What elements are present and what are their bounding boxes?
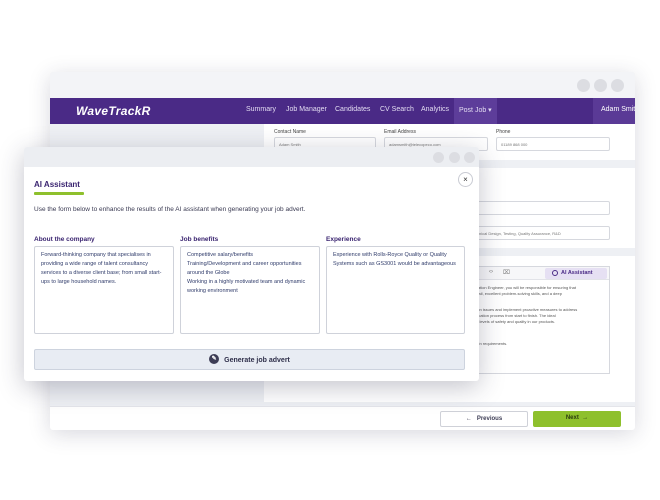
generate-job-advert-button[interactable]: ✎ Generate job advert [34,349,465,370]
next-button[interactable]: Next → [533,411,621,427]
job-benefits-label: Job benefits [180,236,219,243]
editor-line: est levels of safety and quality in our … [473,319,556,324]
text-field[interactable] [474,201,610,215]
experience-textarea[interactable]: Experience with Rolls-Royce Quality or Q… [326,246,465,334]
editor-line: detail, excellent problem-solving skills… [473,291,562,296]
app-logo[interactable]: WaveTrackR [76,104,151,118]
format-icon[interactable]: ⌧ [503,269,510,276]
window-control-dot[interactable] [433,152,444,163]
pencil-icon: ✎ [209,354,220,364]
ai-sparkle-icon [552,270,558,276]
skills-field[interactable]: nical Design, Testing, Quality Assurance… [474,226,610,240]
phone-field[interactable]: 01189 868 000 [496,137,610,151]
ai-assistant-label: AI Assistant [561,270,593,276]
top-navbar: WaveTrackR Summary Job Manager Candidate… [50,98,635,124]
experience-label: Experience [326,236,361,243]
arrow-right-icon: → [582,415,589,421]
about-company-textarea[interactable]: Forward-thinking company that specialise… [34,246,174,334]
next-label: Next [565,415,579,421]
code-icon[interactable]: ‹› [489,269,493,275]
window-control-dot[interactable] [464,152,475,163]
about-company-label: About the company [34,236,95,243]
arrow-left-icon: ← [465,416,472,422]
nav-summary[interactable]: Summary [246,106,276,113]
ai-assistant-modal: AI Assistant × Use the form below to enh… [24,147,479,381]
contact-name-label: Contact Name [274,129,306,135]
ai-assistant-button[interactable]: AI Assistant [545,268,607,279]
nav-post-job[interactable]: Post Job ▾ [454,98,497,124]
window-titlebar [50,72,635,98]
window-control-dot[interactable] [594,79,607,92]
user-menu[interactable]: Adam Smith [593,98,635,124]
window-control-dot[interactable] [577,79,590,92]
editor-line: ification Engineer, you will be responsi… [473,285,576,290]
editor-line: ation issues and implement proactive mea… [473,307,578,312]
window-control-dot[interactable] [611,79,624,92]
title-underline [34,192,84,195]
window-control-dot[interactable] [449,152,460,163]
previous-button[interactable]: ← Previous [440,411,528,427]
email-label: Email Address [384,129,416,135]
generate-label: Generate job advert [224,356,290,364]
editor-line: rtification process from start to finish… [473,313,556,318]
nav-cv-search[interactable]: CV Search [380,106,414,113]
job-benefits-textarea[interactable]: Competitive salary/benefits Training/Dev… [180,246,320,334]
nav-job-manager[interactable]: Job Manager [286,106,327,113]
previous-label: Previous [476,416,503,422]
form-footer: ← Previous Next → [50,406,635,430]
phone-label: Phone [496,129,511,135]
nav-candidates[interactable]: Candidates [335,106,370,113]
modal-title: AI Assistant [34,180,80,189]
modal-instructions: Use the form below to enhance the result… [34,206,306,213]
close-icon[interactable]: × [458,172,473,187]
nav-analytics[interactable]: Analytics [421,106,449,113]
modal-titlebar [24,147,479,167]
